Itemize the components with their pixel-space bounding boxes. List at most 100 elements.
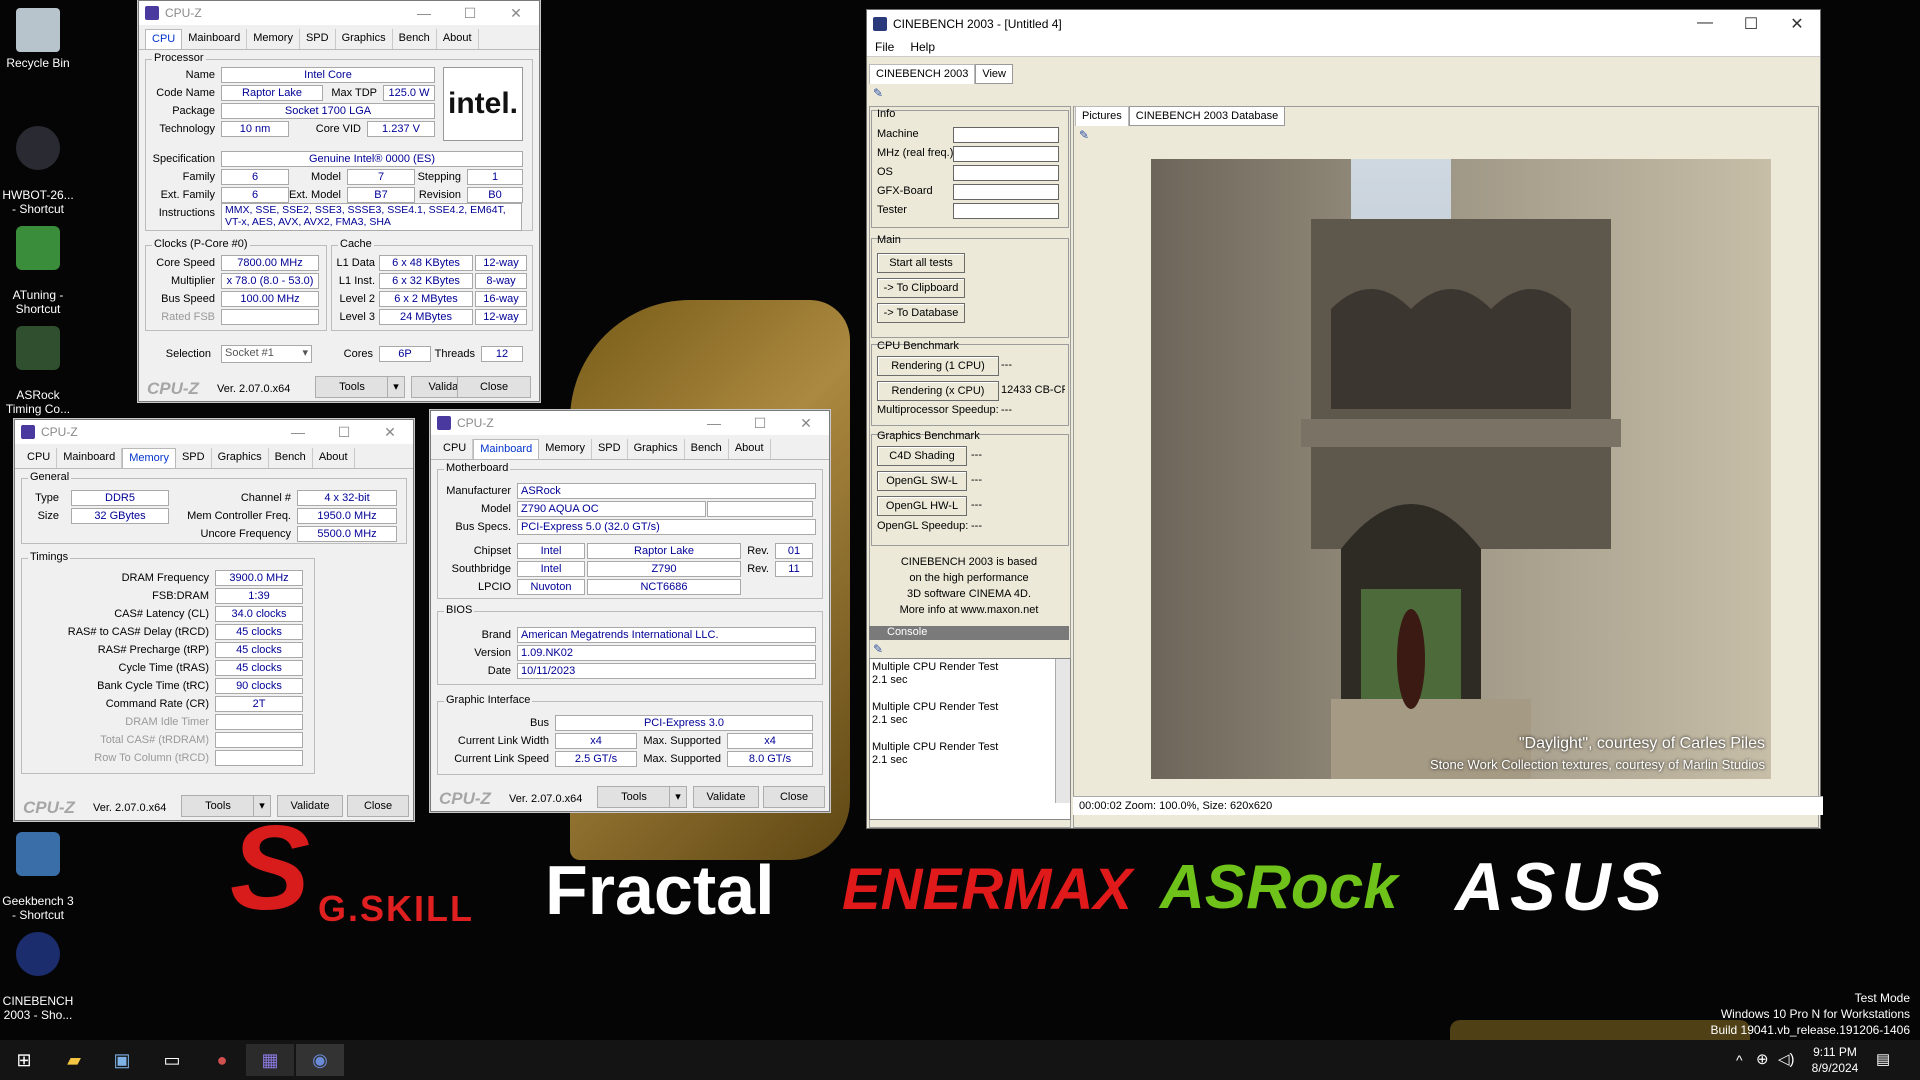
close-icon[interactable]: ✕ bbox=[367, 424, 413, 441]
minimize-icon[interactable]: — bbox=[275, 424, 321, 441]
tools-dropdown-icon[interactable]: ▾ bbox=[253, 795, 271, 817]
cinebench-top-tabs: CINEBENCH 2003 View bbox=[869, 64, 1013, 84]
close-button[interactable]: Close bbox=[763, 786, 825, 808]
pin-icon[interactable]: ✎ bbox=[873, 86, 883, 100]
rendering-1cpu-button[interactable]: Rendering (1 CPU) bbox=[877, 356, 999, 376]
console-entry: Multiple CPU Render Test 2.1 sec bbox=[872, 701, 999, 726]
opengl-sw-button[interactable]: OpenGL SW-L bbox=[877, 471, 967, 491]
mhz-field[interactable] bbox=[953, 146, 1059, 162]
hwbot-taskbar-icon[interactable]: ● bbox=[198, 1044, 246, 1076]
os-field[interactable] bbox=[953, 165, 1059, 181]
validate-button[interactable]: Validate bbox=[693, 786, 759, 808]
tab-bench[interactable]: Bench bbox=[685, 439, 729, 459]
tab-memory[interactable]: Memory bbox=[539, 439, 592, 459]
close-button[interactable]: Close bbox=[347, 795, 409, 817]
console-scrollbar[interactable] bbox=[1055, 659, 1070, 803]
file-explorer-icon[interactable]: ▰ bbox=[50, 1044, 98, 1076]
tab-cpu[interactable]: CPU bbox=[437, 439, 474, 459]
instructions-value: MMX, SSE, SSE2, SSE3, SSSE3, SSE4.1, SSE… bbox=[221, 203, 522, 231]
tab-cpu[interactable]: CPU bbox=[21, 448, 58, 468]
pictures-pin-icon[interactable]: ✎ bbox=[1079, 128, 1089, 142]
tab-mainboard[interactable]: Mainboard bbox=[473, 439, 540, 459]
core-vid-value: 1.237 V bbox=[367, 121, 435, 137]
tools-dropdown-icon[interactable]: ▾ bbox=[387, 376, 405, 398]
tab-memory[interactable]: Memory bbox=[247, 29, 300, 49]
tab-cpu[interactable]: CPU bbox=[145, 29, 183, 49]
tab-graphics[interactable]: Graphics bbox=[628, 439, 685, 459]
gfx-board-field[interactable] bbox=[953, 184, 1059, 200]
maximize-icon[interactable]: ☐ bbox=[321, 424, 367, 441]
tab-spd[interactable]: SPD bbox=[592, 439, 628, 459]
tab-bench[interactable]: Bench bbox=[269, 448, 313, 468]
desktop-icon-recycle-bin[interactable]: Recycle Bin bbox=[0, 8, 83, 70]
machine-field[interactable] bbox=[953, 127, 1059, 143]
menu-help[interactable]: Help bbox=[902, 40, 943, 54]
desktop-icon-cinebench[interactable]: CINEBENCH 2003 - Sho... bbox=[0, 918, 83, 1036]
socket-selection-dropdown[interactable]: Socket #1 ▾ bbox=[221, 345, 312, 363]
minimize-icon[interactable]: — bbox=[401, 5, 447, 22]
timing-label: RAS# Precharge (tRP) bbox=[97, 644, 209, 656]
tab-cinebench-database[interactable]: CINEBENCH 2003 Database bbox=[1128, 106, 1286, 126]
tab-pictures[interactable]: Pictures bbox=[1075, 106, 1129, 126]
start-all-tests-button[interactable]: Start all tests bbox=[877, 253, 965, 273]
close-icon[interactable]: ✕ bbox=[783, 415, 829, 432]
cinebench-titlebar[interactable]: CINEBENCH 2003 - [Untitled 4] — ☐ ✕ bbox=[867, 10, 1820, 38]
rendering-xcpu-button[interactable]: Rendering (x CPU) bbox=[877, 381, 999, 401]
tab-memory[interactable]: Memory bbox=[122, 448, 176, 468]
tab-graphics[interactable]: Graphics bbox=[212, 448, 269, 468]
to-clipboard-button[interactable]: -> To Clipboard bbox=[877, 278, 965, 298]
cpuz-mainboard-titlebar[interactable]: CPU-Z — ☐ ✕ bbox=[431, 411, 829, 435]
control-panel-icon[interactable]: ▣ bbox=[98, 1044, 146, 1076]
close-button[interactable]: Close bbox=[457, 376, 531, 398]
volume-icon[interactable]: ◁) bbox=[1778, 1050, 1795, 1068]
minimize-icon[interactable]: — bbox=[1682, 14, 1728, 34]
minimize-icon[interactable]: — bbox=[691, 415, 737, 432]
c4d-shading-button[interactable]: C4D Shading bbox=[877, 446, 967, 466]
close-icon[interactable]: ✕ bbox=[1774, 14, 1820, 34]
cpuz-cpu-window[interactable]: CPU-Z — ☐ ✕ CPU Mainboard Memory SPD Graph… bbox=[138, 0, 540, 402]
console-log[interactable]: Multiple CPU Render Test 2.1 sec Multiple … bbox=[869, 658, 1071, 820]
cpuz-mainboard-window[interactable]: CPU-Z — ☐ ✕ CPU Mainboard Memory SPD Graph… bbox=[430, 410, 830, 812]
tools-button[interactable]: Tools bbox=[181, 795, 255, 817]
terminal-icon[interactable]: ▭ bbox=[148, 1044, 196, 1076]
clock[interactable]: 9:11 PM 8/9/2024 bbox=[1800, 1044, 1870, 1076]
tab-spd[interactable]: SPD bbox=[176, 448, 212, 468]
maximize-icon[interactable]: ☐ bbox=[737, 415, 783, 432]
menu-file[interactable]: File bbox=[867, 40, 902, 54]
tab-about[interactable]: About bbox=[313, 448, 355, 468]
maximize-icon[interactable]: ☐ bbox=[447, 5, 493, 22]
console-pin-icon[interactable]: ✎ bbox=[873, 642, 883, 656]
cpuz-memory-window[interactable]: CPU-Z — ☐ ✕ CPU Mainboard Memory SPD Graph… bbox=[14, 419, 414, 821]
tab-about[interactable]: About bbox=[729, 439, 771, 459]
cpuz-taskbar-icon[interactable]: ▦ bbox=[246, 1044, 294, 1076]
desktop-icon-asrock-timing[interactable]: ASRock Timing Co... bbox=[0, 312, 83, 430]
opengl-hw-button[interactable]: OpenGL HW-L bbox=[877, 496, 967, 516]
tools-dropdown-icon[interactable]: ▾ bbox=[669, 786, 687, 808]
network-icon[interactable]: ⊕ bbox=[1756, 1050, 1769, 1068]
cinebench-taskbar-icon[interactable]: ◉ bbox=[296, 1044, 344, 1076]
tab-graphics[interactable]: Graphics bbox=[336, 29, 393, 49]
validate-button[interactable]: Validate bbox=[277, 795, 343, 817]
tools-button[interactable]: Tools bbox=[597, 786, 671, 808]
cinebench-about-text: CINEBENCH 2003 is based on the high perf… bbox=[899, 556, 1039, 616]
timing-value: 45 clocks bbox=[215, 642, 303, 658]
tab-spd[interactable]: SPD bbox=[300, 29, 336, 49]
close-icon[interactable]: ✕ bbox=[493, 5, 539, 22]
tab-mainboard[interactable]: Mainboard bbox=[57, 448, 123, 468]
cpuz-memory-titlebar[interactable]: CPU-Z — ☐ ✕ bbox=[15, 420, 413, 444]
windows-start-icon[interactable]: ⊞ bbox=[0, 1044, 48, 1076]
maximize-icon[interactable]: ☐ bbox=[1728, 14, 1774, 34]
timing-label: Total CAS# (tRDRAM) bbox=[100, 734, 209, 746]
tab-bench[interactable]: Bench bbox=[393, 29, 437, 49]
tab-cinebench-2003[interactable]: CINEBENCH 2003 bbox=[869, 64, 976, 84]
cpuz-cpu-titlebar[interactable]: CPU-Z — ☐ ✕ bbox=[139, 1, 539, 25]
tab-view[interactable]: View bbox=[975, 64, 1013, 84]
cpu-name-value: Intel Core bbox=[221, 67, 435, 83]
tools-button[interactable]: Tools bbox=[315, 376, 389, 398]
tray-chevron-up-icon[interactable]: ^ bbox=[1736, 1052, 1743, 1068]
notification-icon[interactable]: ▤ bbox=[1876, 1050, 1890, 1068]
tab-about[interactable]: About bbox=[437, 29, 479, 49]
tab-mainboard[interactable]: Mainboard bbox=[182, 29, 248, 49]
to-database-button[interactable]: -> To Database bbox=[877, 303, 965, 323]
tester-field[interactable] bbox=[953, 203, 1059, 219]
